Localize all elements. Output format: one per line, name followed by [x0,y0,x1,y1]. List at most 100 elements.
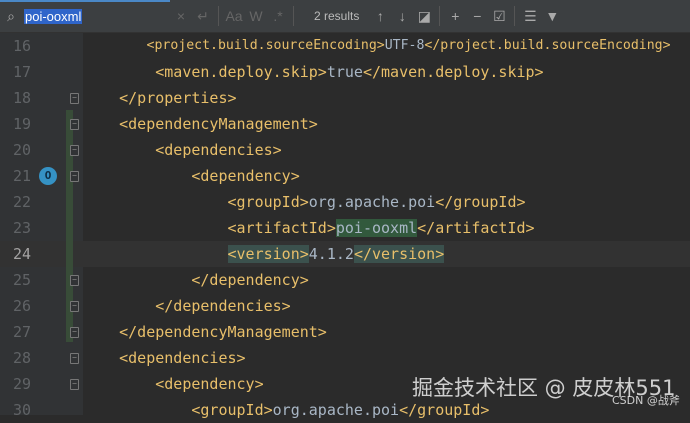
code-token: <dependencies> [83,141,282,159]
line-number: 25 [12,271,31,289]
code-line[interactable]: 16 <project.build.sourceEncoding>UTF-8</… [0,33,690,59]
code-token: </dependencyManagement> [83,323,327,341]
code-text: <maven.deploy.skip>true</maven.deploy.sk… [83,59,544,85]
next-occurrence-icon[interactable]: ↓ [391,5,413,27]
code-token: </groupId> [435,193,526,211]
code-line[interactable]: 20 <dependencies> [0,137,690,163]
fold-marker-icon[interactable]: − [70,353,79,364]
divider [218,6,219,26]
search-input[interactable]: poi-ooxml [24,6,170,26]
remove-occurrence-icon[interactable]: − [466,5,488,27]
find-bar: ⌕ poi-ooxml × ↵ Aa W .* 2 results ↑ ↓ ◪ … [0,0,690,33]
matched-tag: <version> [227,245,309,263]
code-token: </properties> [83,89,237,107]
clear-icon[interactable]: × [170,5,192,27]
code-token: <artifactId> [83,219,336,237]
previous-occurrence-icon[interactable]: ↑ [369,5,391,27]
code-line[interactable]: 25 </dependency> [0,267,690,293]
divider [439,6,441,26]
code-token: <project.build.sourceEncoding> [83,38,385,53]
code-text: <dependencies> [83,345,246,371]
code-line[interactable]: 24 <version>4.1.2</version> [0,241,690,267]
code-line[interactable]: 26 </dependencies> [0,293,690,319]
line-number: 17 [12,63,31,81]
filter-options-icon[interactable]: ☰ [519,5,541,27]
results-count: 2 results [314,9,360,23]
add-occurrence-icon[interactable]: + [444,5,466,27]
line-number: 18 [12,89,31,107]
divider [293,6,294,26]
divider [514,6,516,26]
code-text: </properties> [83,85,237,111]
fold-marker-icon[interactable]: − [70,171,79,182]
code-line[interactable]: 18 </properties> [0,85,690,111]
code-token: 4.1.2 [308,245,354,263]
code-token: <maven.deploy.skip> [83,63,327,81]
code-token: </dependency> [83,271,309,289]
line-number: 23 [12,219,31,237]
filter-icon[interactable]: ▼ [541,5,563,27]
line-number: 29 [12,375,31,393]
fold-marker-icon[interactable]: − [70,93,79,104]
code-text: <dependency> [83,163,300,189]
code-token: <dependencyManagement> [83,115,318,133]
line-number: 21 [12,167,31,185]
line-number: 27 [12,323,31,341]
code-token: </artifactId> [417,219,535,237]
code-text: <dependency> [83,371,264,397]
fold-marker-icon[interactable]: − [70,275,79,286]
code-text: <version>4.1.2</version> [83,241,445,267]
code-text: <dependencyManagement> [83,111,318,137]
select-all-occurrences-check-icon[interactable]: ☑ [488,5,510,27]
code-text: </dependencies> [83,293,291,319]
code-text: <artifactId>poi-ooxml</artifactId> [83,215,535,241]
find-bar-accent [0,0,170,2]
code-text: <dependencies> [83,137,282,163]
code-token: </maven.deploy.skip> [362,63,544,81]
code-token: org.apache.poi [308,193,436,211]
code-token: <dependency> [83,375,264,393]
code-line[interactable]: 21 <dependency> [0,163,690,189]
code-token: <groupId> [83,401,273,419]
search-history-icon[interactable]: ⌕ [0,5,22,27]
code-token: </dependencies> [83,297,291,315]
line-number: 16 [12,37,31,55]
code-text: <project.build.sourceEncoding>UTF-8</pro… [83,33,671,59]
maven-overrides-gutter-icon[interactable]: O [39,167,57,185]
code-line[interactable]: 28 <dependencies> [0,345,690,371]
line-number: 22 [12,193,31,211]
code-token: <dependencies> [83,349,246,367]
line-number: 28 [12,349,31,367]
code-line[interactable]: 23 <artifactId>poi-ooxml</artifactId> [0,215,690,241]
new-line-icon[interactable]: ↵ [192,5,214,27]
code-text: </dependencyManagement> [83,319,327,345]
match-case-button[interactable]: Aa [223,5,245,27]
matched-tag: </version> [353,245,445,263]
code-token: </groupId> [399,401,490,419]
line-number: 20 [12,141,31,159]
code-token: true [326,63,363,81]
code-line[interactable]: 27 </dependencyManagement> [0,319,690,345]
regex-button[interactable]: .* [267,5,289,27]
fold-marker-icon[interactable]: − [70,119,79,130]
search-match: poi-ooxml [335,219,418,237]
fold-marker-icon[interactable]: − [70,145,79,156]
line-number: 30 [12,401,31,419]
code-token: <groupId> [83,193,309,211]
code-text: <groupId>org.apache.poi</groupId> [83,189,526,215]
code-token: <dependency> [83,167,300,185]
words-button[interactable]: W [245,5,267,27]
fold-marker-icon[interactable]: − [70,327,79,338]
watermark-sub: CSDN @战斧 [612,394,680,407]
line-number: 19 [12,115,31,133]
code-text: </dependency> [83,267,309,293]
fold-marker-icon[interactable]: − [70,379,79,390]
code-line[interactable]: 22 <groupId>org.apache.poi</groupId> [0,189,690,215]
line-number: 24 [12,245,31,263]
code-line[interactable]: 19 <dependencyManagement> [0,111,690,137]
fold-marker-icon[interactable]: − [70,301,79,312]
select-all-occurrences-icon[interactable]: ◪ [413,5,435,27]
code-line[interactable]: 17 <maven.deploy.skip>true</maven.deploy… [0,59,690,85]
code-token: </project.build.sourceEncoding> [424,38,671,53]
